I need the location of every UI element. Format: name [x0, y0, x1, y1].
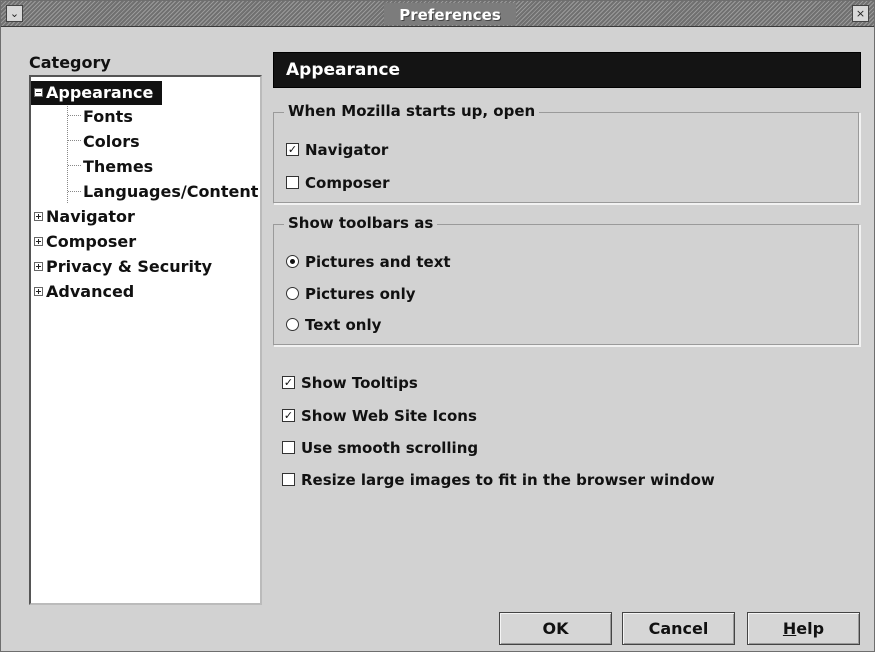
title-box: Preferences — [384, 3, 516, 25]
category-tree[interactable]: Appearance Fonts Colors Themes Languages… — [29, 75, 262, 605]
startup-group: When Mozilla starts up, open ✓ Navigator … — [273, 102, 860, 204]
tree-item-composer[interactable]: Composer — [31, 230, 136, 254]
tree-item-navigator[interactable]: Navigator — [31, 205, 135, 229]
tree-item-privacy-security[interactable]: Privacy & Security — [31, 255, 212, 279]
expand-icon[interactable] — [34, 236, 43, 246]
option-label: Resize large images to fit in the browse… — [301, 471, 715, 489]
checkbox-unchecked-icon[interactable] — [286, 175, 299, 189]
checkbox-checked-icon[interactable]: ✓ — [282, 375, 295, 389]
toolbar-text-only-radio[interactable]: Text only — [286, 314, 381, 336]
tree-item-languages-content[interactable]: Languages/Content — [83, 180, 258, 204]
expand-icon[interactable] — [34, 261, 43, 271]
help-label: elp — [796, 619, 825, 638]
ok-button[interactable]: OK — [499, 612, 612, 645]
tree-connector-tick — [68, 191, 81, 192]
option-label: Text only — [305, 316, 382, 334]
resize-images-checkbox[interactable]: Resize large images to fit in the browse… — [282, 469, 715, 491]
tree-item-advanced[interactable]: Advanced — [31, 280, 134, 304]
smooth-scrolling-checkbox[interactable]: Use smooth scrolling — [282, 437, 478, 459]
checkbox-unchecked-icon[interactable] — [282, 472, 295, 486]
option-label: Show Tooltips — [301, 374, 418, 392]
toolbar-pictures-only-radio[interactable]: Pictures only — [286, 283, 416, 305]
toolbars-group: Show toolbars as Pictures and text Pictu… — [273, 214, 860, 346]
category-label: Category — [29, 53, 111, 72]
help-button[interactable]: Help — [747, 612, 860, 645]
cancel-button[interactable]: Cancel — [622, 612, 735, 645]
option-label: Show Web Site Icons — [301, 407, 477, 425]
startup-composer-checkbox[interactable]: Composer — [286, 172, 390, 194]
close-button[interactable]: × — [852, 5, 869, 22]
title-bar[interactable]: ⌄ Preferences × — [1, 1, 874, 27]
tree-item-label: Navigator — [46, 207, 135, 226]
help-mnemonic: H — [782, 619, 797, 638]
toolbars-group-title: Show toolbars as — [284, 214, 438, 232]
show-tooltips-checkbox[interactable]: ✓ Show Tooltips — [282, 372, 418, 394]
option-label: Use smooth scrolling — [301, 439, 479, 457]
tree-item-label: Fonts — [83, 107, 133, 126]
tree-connector-tick — [68, 115, 81, 116]
toolbar-pictures-text-radio[interactable]: Pictures and text — [286, 251, 451, 273]
tree-item-label: Composer — [46, 232, 137, 251]
tree-connector-tick — [68, 165, 81, 166]
show-site-icons-checkbox[interactable]: ✓ Show Web Site Icons — [282, 405, 477, 427]
radio-unselected-icon[interactable] — [286, 317, 299, 331]
panel-header: Appearance — [273, 52, 861, 88]
expand-icon[interactable] — [34, 211, 43, 221]
tree-item-appearance[interactable]: Appearance — [31, 81, 162, 105]
collapse-icon[interactable] — [34, 87, 43, 97]
option-label: Navigator — [305, 141, 389, 159]
option-label: Pictures only — [305, 285, 416, 303]
tree-connector-tick — [68, 140, 81, 141]
panel-title: Appearance — [286, 60, 401, 80]
startup-navigator-checkbox[interactable]: ✓ Navigator — [286, 139, 388, 161]
expand-icon[interactable] — [34, 286, 43, 296]
tree-item-label: Appearance — [46, 83, 154, 102]
tree-item-label: Advanced — [46, 282, 135, 301]
startup-group-title: When Mozilla starts up, open — [284, 102, 540, 120]
checkbox-checked-icon[interactable]: ✓ — [286, 142, 299, 156]
checkbox-unchecked-icon[interactable] — [282, 440, 295, 454]
checkbox-checked-icon[interactable]: ✓ — [282, 408, 295, 422]
tree-item-fonts[interactable]: Fonts — [83, 105, 133, 129]
window-title: Preferences — [399, 6, 501, 24]
tree-item-label: Languages/Content — [83, 182, 259, 201]
radio-unselected-icon[interactable] — [286, 286, 299, 300]
preferences-window: ⌄ Preferences × Category Appearance Font… — [0, 0, 875, 652]
window-menu-button[interactable]: ⌄ — [6, 5, 23, 22]
option-label: Composer — [305, 174, 390, 192]
tree-item-colors[interactable]: Colors — [83, 130, 140, 154]
tree-item-themes[interactable]: Themes — [83, 155, 153, 179]
tree-item-label: Colors — [83, 132, 140, 151]
chevron-down-icon: ⌄ — [9, 7, 20, 20]
radio-selected-icon[interactable] — [286, 254, 299, 268]
option-label: Pictures and text — [305, 253, 451, 271]
tree-item-label: Privacy & Security — [46, 257, 213, 276]
close-icon: × — [855, 7, 866, 20]
tree-item-label: Themes — [83, 157, 154, 176]
